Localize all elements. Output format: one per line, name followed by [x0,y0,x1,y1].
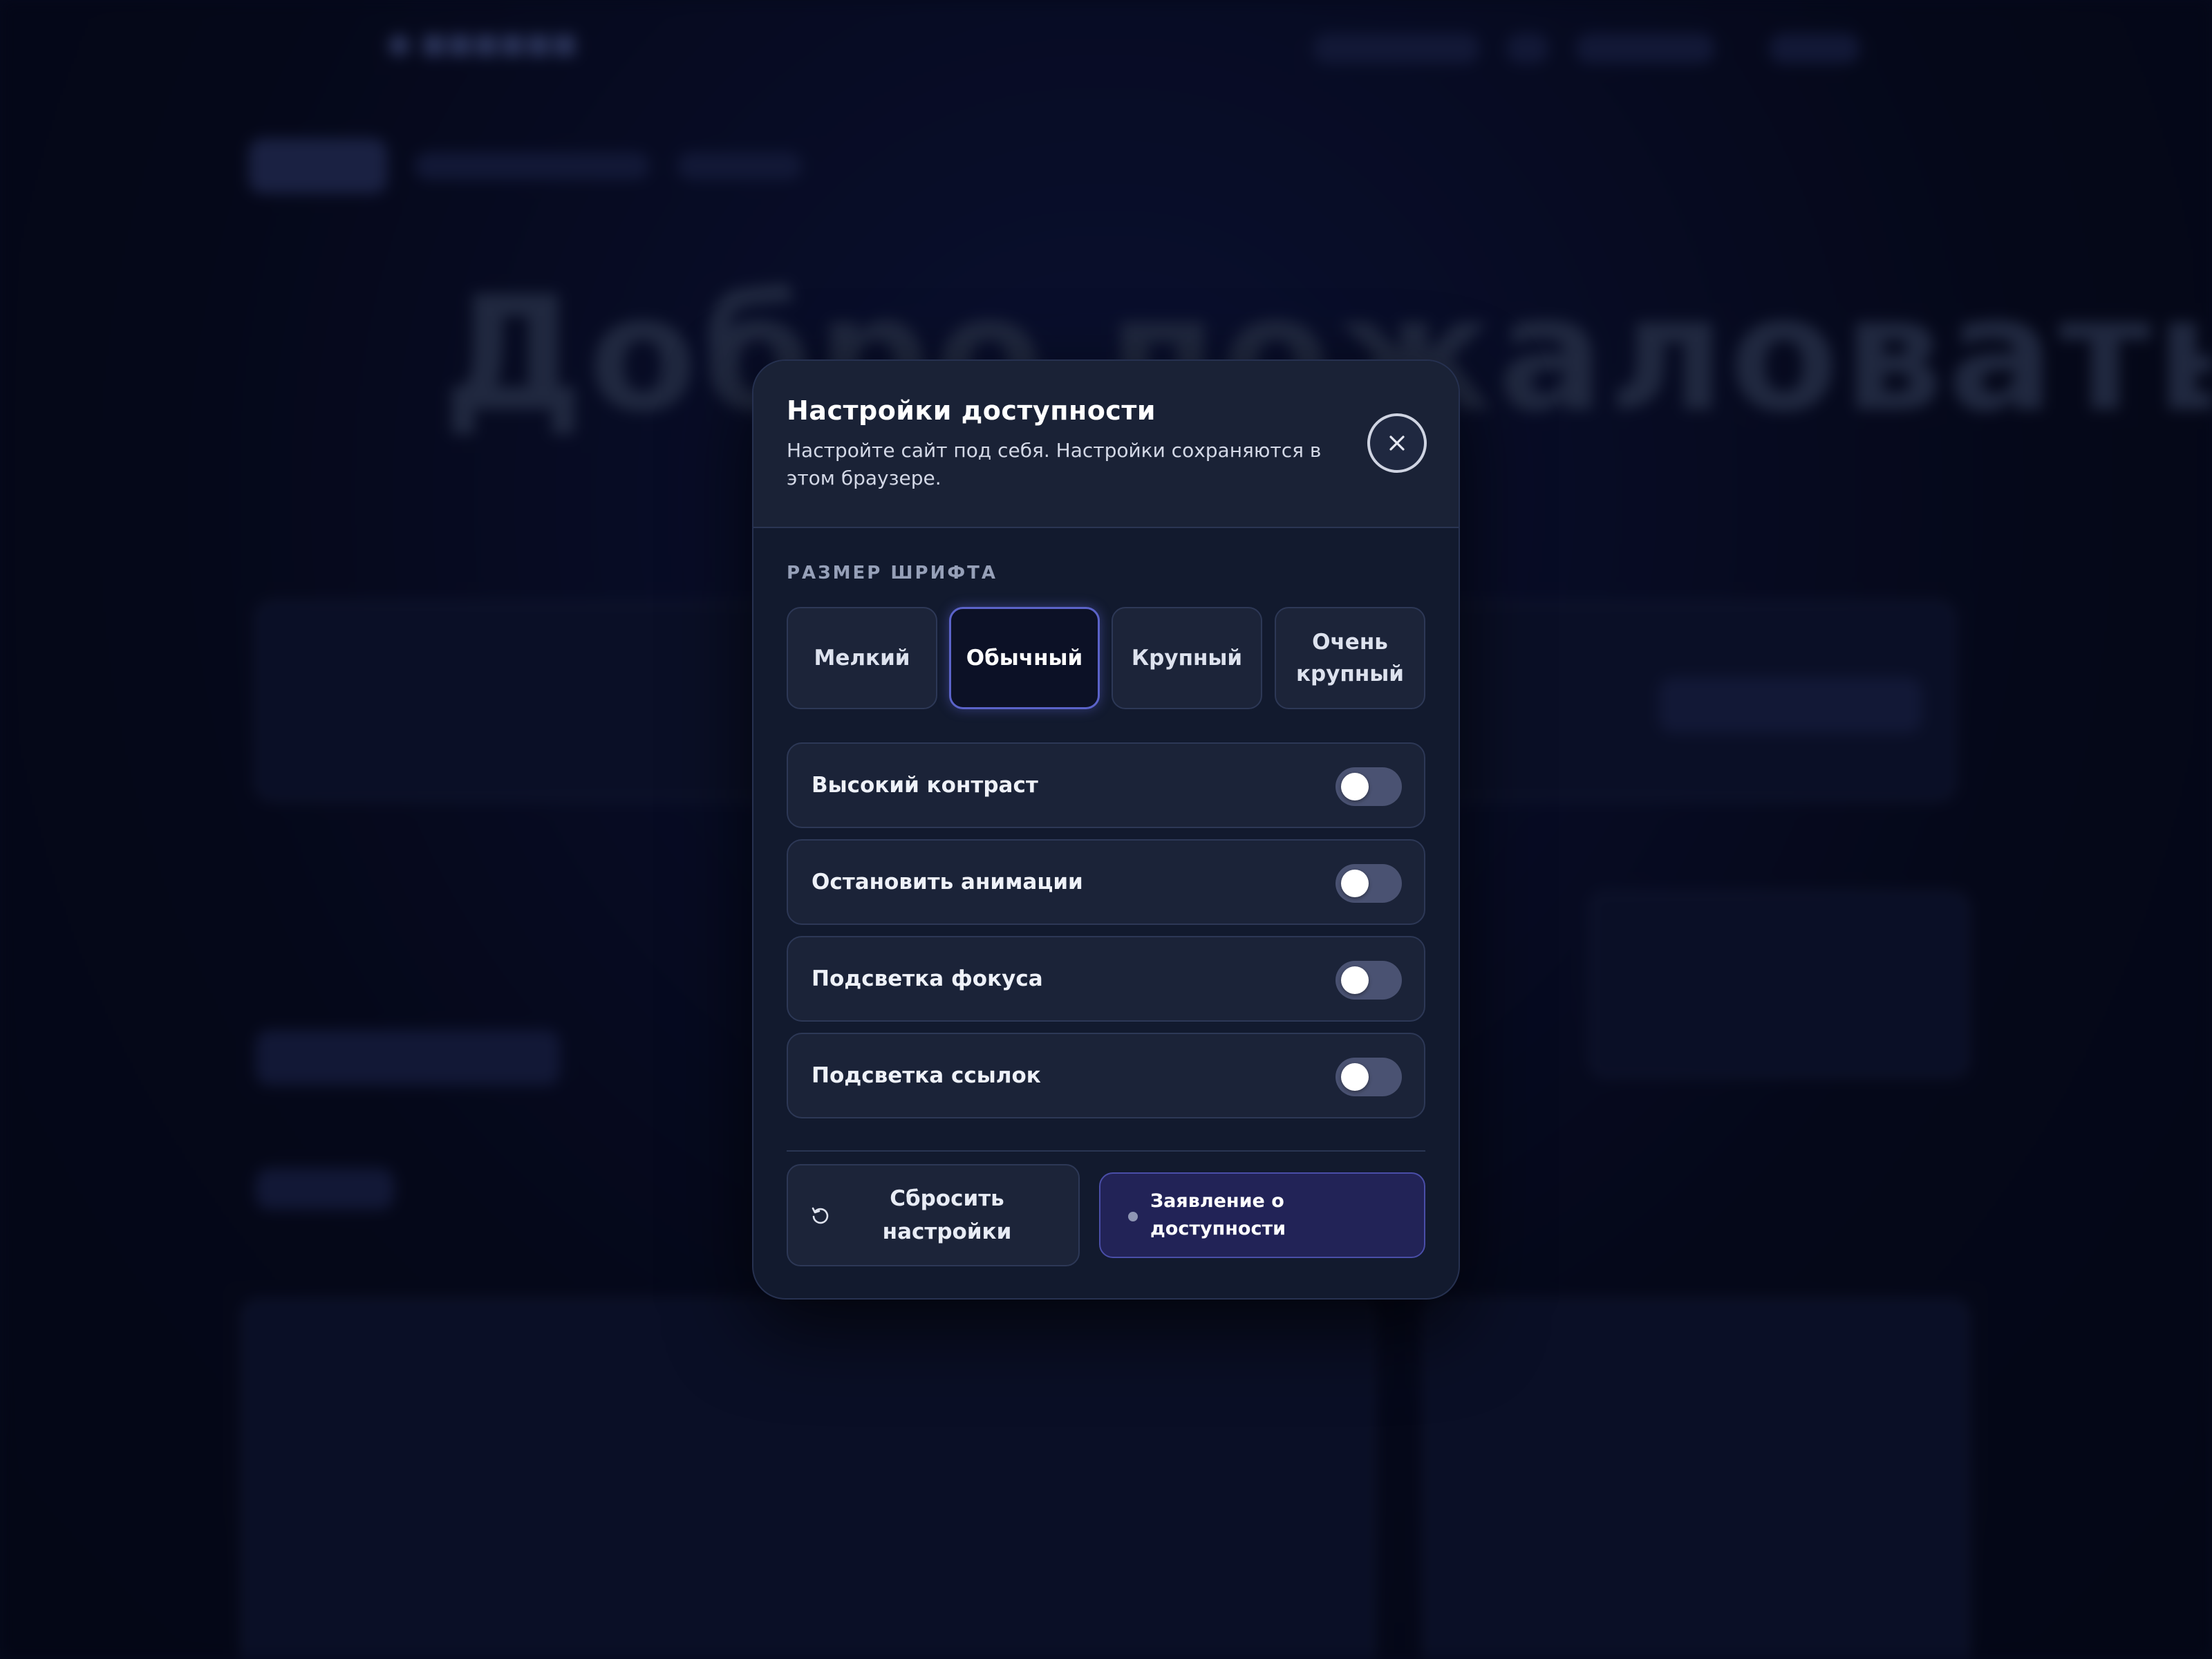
modal-subtitle: Настройте сайт под себя. Настройки сохра… [787,439,1322,489]
toggle-row-stop-animations[interactable]: Остановить анимации [787,839,1425,925]
toggle-row-focus-highlight[interactable]: Подсветка фокуса [787,936,1425,1022]
focus-highlight-switch[interactable] [1335,961,1402,1000]
footer-divider [787,1150,1425,1152]
tab [677,152,802,180]
toggle-label: Подсветка ссылок [812,1063,1041,1088]
font-size-label: РАЗМЕР ШРИФТА [787,563,997,583]
nav-link [1507,33,1548,64]
toggle-label: Остановить анимации [812,870,1083,894]
font-size-xlarge-button[interactable]: Очень крупный [1275,607,1425,709]
switch-knob [1341,1063,1369,1091]
accessibility-statement-button[interactable]: Заявление о доступности [1099,1172,1425,1258]
stop-animations-switch[interactable] [1335,864,1402,903]
site-logo: ● ■■■■■■ [387,28,578,59]
font-size-small-button[interactable]: Мелкий [787,607,937,709]
high-contrast-switch[interactable] [1335,767,1402,806]
tab [249,138,387,194]
accessibility-modal: Настройки доступности Настройте сайт под… [752,359,1460,1300]
side-panel [1424,1300,1969,1659]
nav-link [1313,33,1479,64]
link-highlight-switch[interactable] [1335,1058,1402,1096]
close-icon [1389,435,1405,451]
modal-header: Настройки доступности Настройте сайт под… [753,361,1459,528]
filter-chip [256,1168,394,1210]
reset-label: Сбросить настройки [882,1186,1012,1244]
switch-knob [1341,773,1369,800]
switch-knob [1341,870,1369,897]
font-size-normal-button[interactable]: Обычный [949,607,1100,709]
toggle-label: Высокий контраст [812,773,1038,798]
toggle-row-high-contrast[interactable]: Высокий контраст [787,742,1425,828]
nav-link [1770,33,1859,64]
list-panel [242,1300,1374,1659]
close-button[interactable] [1367,413,1427,473]
toggle-row-link-highlight[interactable]: Подсветка ссылок [787,1033,1425,1118]
reset-settings-button[interactable]: Сбросить настройки [787,1164,1080,1266]
nav-link [1576,33,1714,64]
card-button [1659,677,1922,733]
reset-icon [812,1207,829,1224]
statement-label: Заявление о доступности [1150,1190,1286,1239]
toggle-label: Подсветка фокуса [812,966,1043,991]
font-size-options: Мелкий Обычный Крупный Очень крупный [787,607,1425,709]
switch-knob [1341,966,1369,994]
side-card [1590,892,1969,1077]
tab [415,152,650,180]
modal-title: Настройки доступности [787,395,1156,426]
font-size-large-button[interactable]: Крупный [1112,607,1262,709]
bullet-icon [1128,1212,1138,1221]
filter-chip [256,1030,560,1085]
